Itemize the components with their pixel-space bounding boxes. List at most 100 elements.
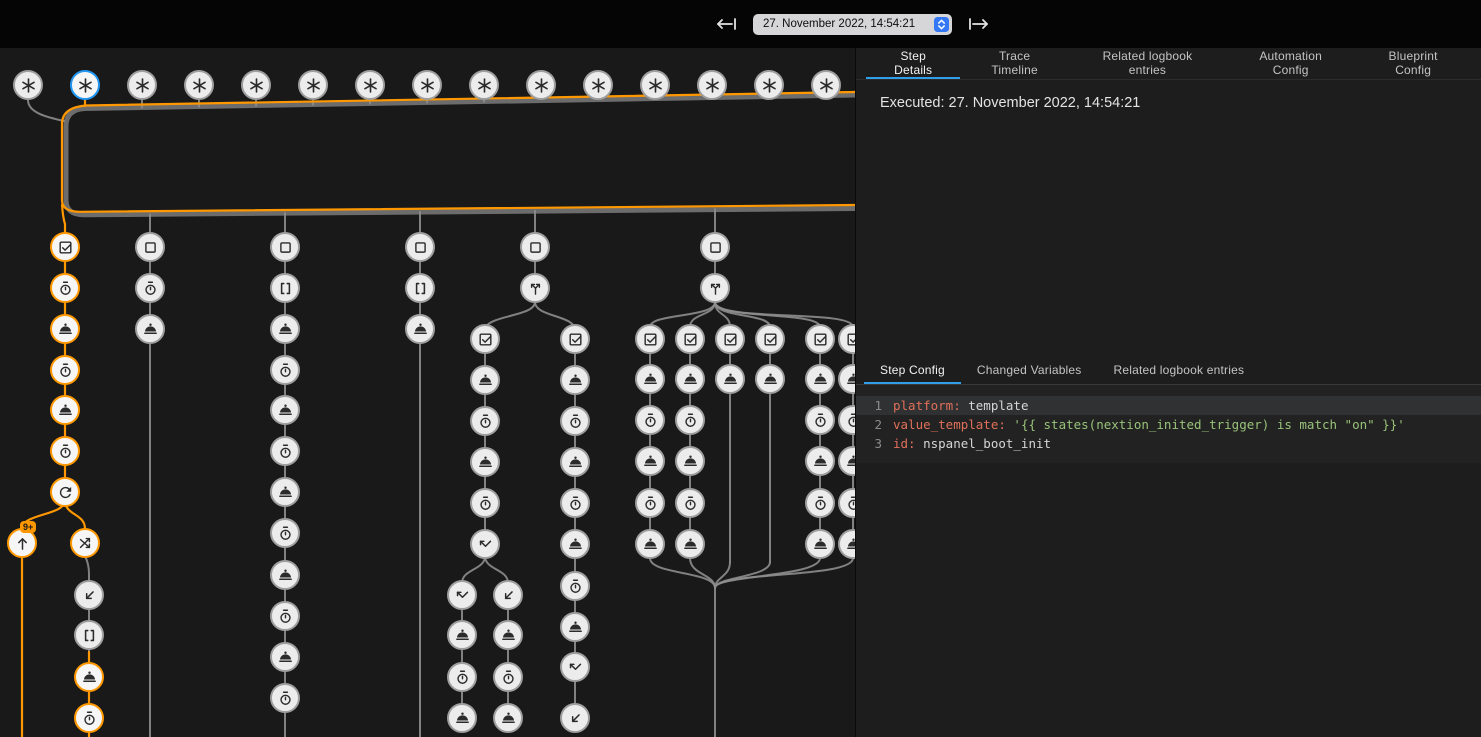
trace-node-service-icon[interactable] xyxy=(805,364,835,394)
trace-node-asterisk-icon[interactable] xyxy=(241,70,271,100)
trace-node-timer-icon[interactable] xyxy=(447,662,477,692)
trace-node-service-icon[interactable] xyxy=(805,446,835,476)
tab-changed-variables[interactable]: Changed Variables xyxy=(961,357,1098,384)
trace-node-checkbox-icon[interactable] xyxy=(805,324,835,354)
trace-node-timer-icon[interactable] xyxy=(270,355,300,385)
trace-node-timer-icon[interactable] xyxy=(493,662,523,692)
trace-node-service-icon[interactable] xyxy=(470,365,500,395)
trace-node-checkbox-icon[interactable] xyxy=(560,324,590,354)
trace-node-checkbox-icon[interactable] xyxy=(675,324,705,354)
trace-node-timer-icon[interactable] xyxy=(470,488,500,518)
trace-node-service-icon[interactable] xyxy=(270,642,300,672)
previous-trace-button[interactable] xyxy=(712,15,740,33)
trace-node-asterisk-icon[interactable] xyxy=(811,70,841,100)
trace-node-service-icon[interactable] xyxy=(560,365,590,395)
trace-node-timer-icon[interactable] xyxy=(560,571,590,601)
trace-node-timer-icon[interactable] xyxy=(270,683,300,713)
trace-node-timer-icon[interactable] xyxy=(50,436,80,466)
trace-node-timer-icon[interactable] xyxy=(270,601,300,631)
trace-node-asterisk-icon[interactable] xyxy=(526,70,556,100)
trace-node-asterisk-icon[interactable] xyxy=(127,70,157,100)
trace-node-call-missed-icon[interactable] xyxy=(447,580,477,610)
trace-node-brackets-icon[interactable] xyxy=(270,273,300,303)
trace-node-service-icon[interactable] xyxy=(560,447,590,477)
trace-node-asterisk-icon[interactable] xyxy=(355,70,385,100)
trace-node-timer-icon[interactable] xyxy=(635,488,665,518)
trace-node-service-icon[interactable] xyxy=(493,620,523,650)
trace-node-service-icon[interactable] xyxy=(270,395,300,425)
trace-node-service-icon[interactable] xyxy=(470,447,500,477)
trace-node-checkbox-icon[interactable] xyxy=(635,324,665,354)
trace-node-call-split-icon[interactable] xyxy=(520,273,550,303)
trace-node-timer-icon[interactable] xyxy=(635,405,665,435)
trace-node-checkbox-icon[interactable] xyxy=(755,324,785,354)
trace-node-timer-icon[interactable] xyxy=(270,518,300,548)
trace-node-timer-icon[interactable] xyxy=(805,488,835,518)
trace-node-square-icon[interactable] xyxy=(700,232,730,262)
trace-node-asterisk-icon[interactable] xyxy=(13,70,43,100)
trace-node-service-icon[interactable] xyxy=(493,703,523,733)
trace-node-asterisk-icon[interactable] xyxy=(469,70,499,100)
trace-node-service-icon[interactable] xyxy=(675,446,705,476)
trace-node-arrow-bottom-left-icon[interactable] xyxy=(560,703,590,733)
trace-node-service-icon[interactable] xyxy=(805,529,835,559)
trace-node-call-missed-icon[interactable] xyxy=(470,529,500,559)
trace-node-service-icon[interactable] xyxy=(675,529,705,559)
trace-node-asterisk-icon[interactable] xyxy=(412,70,442,100)
trace-node-service-icon[interactable] xyxy=(560,612,590,642)
trace-node-service-icon[interactable] xyxy=(447,703,477,733)
trace-node-arrow-up-icon[interactable]: 9+ xyxy=(7,528,37,558)
trace-node-square-icon[interactable] xyxy=(520,232,550,262)
trace-node-service-icon[interactable] xyxy=(270,314,300,344)
tab-step-details[interactable]: Step Details xyxy=(866,48,960,79)
trace-node-service-icon[interactable] xyxy=(270,560,300,590)
tab-related-logbook-entries[interactable]: Related logbook entries xyxy=(1069,48,1226,79)
trace-node-service-icon[interactable] xyxy=(405,314,435,344)
trace-node-asterisk-icon[interactable] xyxy=(70,70,100,100)
trace-node-timer-icon[interactable] xyxy=(270,436,300,466)
trace-node-timer-icon[interactable] xyxy=(675,488,705,518)
trace-node-service-icon[interactable] xyxy=(635,529,665,559)
trace-node-square-icon[interactable] xyxy=(135,232,165,262)
next-trace-button[interactable] xyxy=(965,15,993,33)
trace-node-service-icon[interactable] xyxy=(715,364,745,394)
trace-node-service-icon[interactable] xyxy=(755,364,785,394)
trace-node-service-icon[interactable] xyxy=(635,364,665,394)
trace-node-asterisk-icon[interactable] xyxy=(640,70,670,100)
trace-node-service-icon[interactable] xyxy=(447,620,477,650)
trace-node-checkbox-icon[interactable] xyxy=(715,324,745,354)
trace-node-service-icon[interactable] xyxy=(74,662,104,692)
trace-node-brackets-icon[interactable] xyxy=(405,273,435,303)
trace-node-timer-icon[interactable] xyxy=(50,355,80,385)
trace-node-checkbox-icon[interactable] xyxy=(50,232,80,262)
trace-node-service-icon[interactable] xyxy=(560,529,590,559)
trace-node-timer-icon[interactable] xyxy=(560,488,590,518)
trace-node-timer-icon[interactable] xyxy=(74,703,104,733)
trace-node-service-icon[interactable] xyxy=(675,364,705,394)
trace-node-shuffle-icon[interactable] xyxy=(70,528,100,558)
trace-node-arrow-bottom-left-icon[interactable] xyxy=(74,580,104,610)
tab-automation-config[interactable]: Automation Config xyxy=(1226,48,1355,79)
trace-node-checkbox-icon[interactable] xyxy=(470,324,500,354)
trace-node-timer-icon[interactable] xyxy=(50,273,80,303)
trace-node-service-icon[interactable] xyxy=(270,477,300,507)
trace-node-timer-icon[interactable] xyxy=(470,406,500,436)
trace-node-asterisk-icon[interactable] xyxy=(298,70,328,100)
trace-node-repeat-icon[interactable] xyxy=(50,477,80,507)
trace-node-square-icon[interactable] xyxy=(270,232,300,262)
trace-run-select[interactable]: 27. November 2022, 14:54:21 xyxy=(753,14,952,35)
tab-step-config[interactable]: Step Config xyxy=(864,357,961,384)
tab-trace-timeline[interactable]: Trace Timeline xyxy=(960,48,1068,79)
trace-node-asterisk-icon[interactable] xyxy=(754,70,784,100)
trace-node-timer-icon[interactable] xyxy=(560,406,590,436)
trace-node-timer-icon[interactable] xyxy=(135,273,165,303)
trace-node-brackets-icon[interactable] xyxy=(74,620,104,650)
trace-node-timer-icon[interactable] xyxy=(675,405,705,435)
trace-node-square-icon[interactable] xyxy=(405,232,435,262)
trace-node-timer-icon[interactable] xyxy=(805,405,835,435)
trace-node-arrow-bottom-left-icon[interactable] xyxy=(493,580,523,610)
trace-node-service-icon[interactable] xyxy=(50,314,80,344)
tab-blueprint-config[interactable]: Blueprint Config xyxy=(1355,48,1471,79)
tab-related-logbook-entries[interactable]: Related logbook entries xyxy=(1098,357,1261,384)
trace-node-call-split-icon[interactable] xyxy=(700,273,730,303)
